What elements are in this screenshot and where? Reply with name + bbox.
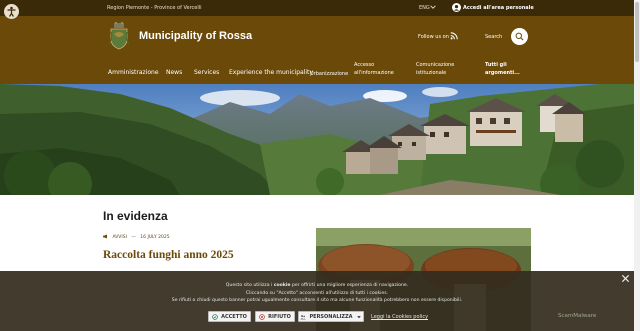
cookie-text-line2: Cliccando su "Accetto" acconsenti all'ut…: [245, 291, 389, 296]
accept-button[interactable]: ACCETTO: [208, 311, 251, 322]
user-icon[interactable]: [452, 3, 461, 12]
search-label: Search: [485, 34, 503, 40]
watermark-brand: ScamMalware: [558, 313, 597, 319]
cookie-line1-post: per offrirti una migliore esperienza di …: [290, 283, 409, 288]
nav-comunicazione-istituzionale[interactable]: Comunicazione istituzionale: [416, 61, 454, 77]
chevron-down-icon[interactable]: [430, 4, 436, 10]
site-header: Municipality of Rossa Follow us on Searc…: [0, 16, 634, 84]
municipality-crest-logo[interactable]: [108, 22, 130, 50]
close-icon[interactable]: [621, 274, 630, 283]
nav-comunicazione-line2: istituzionale: [416, 70, 447, 76]
cookie-banner: Questo sito utilizza i cookie per offrir…: [0, 271, 634, 331]
nav-tutti-line1: Tutti gli: [485, 62, 507, 68]
nav-urbanizzazione[interactable]: Urbanizzazione: [310, 70, 348, 78]
accessibility-button[interactable]: [4, 4, 19, 19]
search-icon: [515, 32, 524, 41]
language-selector[interactable]: ENG: [419, 5, 430, 11]
page: Region Piemonte - Province of Vercelli E…: [0, 0, 640, 331]
accessibility-icon: [7, 6, 16, 17]
meta-separator: —: [131, 235, 136, 240]
cookie-text-line3: Se rifiuti o chiudi questo banner potrai…: [171, 298, 463, 303]
nav-news[interactable]: News: [166, 69, 182, 76]
caret-down-icon: [356, 315, 361, 318]
article-category[interactable]: AVVISI: [112, 235, 126, 240]
top-bar: Region Piemonte - Province of Vercelli E…: [0, 0, 634, 16]
users-icon: [300, 314, 307, 319]
region-link[interactable]: Region Piemonte - Province of Vercelli: [107, 5, 202, 11]
nav-amministrazione[interactable]: Amministrazione: [108, 69, 159, 76]
rss-icon[interactable]: [450, 32, 458, 40]
nav-experience[interactable]: Experience the municipality: [229, 69, 313, 76]
cookie-line1-bold: cookie: [273, 283, 291, 288]
nav-tutti-line2: argomenti...: [485, 70, 520, 76]
article-title[interactable]: Raccolta funghi anno 2025: [103, 249, 234, 261]
customize-label: PERSONALIZZA: [309, 313, 353, 320]
nav-accesso-line1: Accesso: [354, 62, 375, 68]
section-title: In evidenza: [103, 209, 168, 223]
cookie-text-line1: Questo sito utilizza i cookie per offrir…: [0, 283, 634, 288]
nav-tutti-argomenti[interactable]: Tutti gli argomenti...: [485, 61, 520, 77]
nav-comunicazione-line1: Comunicazione: [416, 62, 455, 68]
follow-us-label: Follow us on: [418, 34, 449, 40]
nav-accesso-informazione[interactable]: Accesso all'informazione: [354, 61, 394, 77]
search-button[interactable]: [511, 28, 528, 45]
reject-button[interactable]: RIFIUTO: [255, 311, 295, 322]
customize-button[interactable]: PERSONALIZZA: [298, 311, 364, 322]
scrollbar[interactable]: [634, 0, 640, 331]
cookie-line1-pre: Questo sito utilizza i: [225, 283, 274, 288]
article-meta: AVVISI — 16 JULY 2025: [103, 234, 170, 240]
nav-services[interactable]: Services: [194, 69, 219, 76]
site-title[interactable]: Municipality of Rossa: [139, 30, 252, 42]
check-circle-icon: [212, 313, 218, 320]
accept-label: ACCETTO: [221, 313, 247, 320]
login-link[interactable]: Accedi all'area personale: [463, 5, 534, 11]
cookie-policy-link[interactable]: Leggi la Cookies policy: [371, 314, 428, 320]
reject-label: RIFIUTO: [268, 313, 291, 320]
article-date: 16 JULY 2025: [140, 235, 170, 240]
megaphone-icon: [103, 234, 107, 239]
scrollbar-thumb[interactable]: [635, 2, 639, 62]
hero-image: [0, 84, 634, 195]
nav-accesso-line2: all'informazione: [354, 70, 394, 76]
reject-circle-icon: [259, 313, 265, 320]
